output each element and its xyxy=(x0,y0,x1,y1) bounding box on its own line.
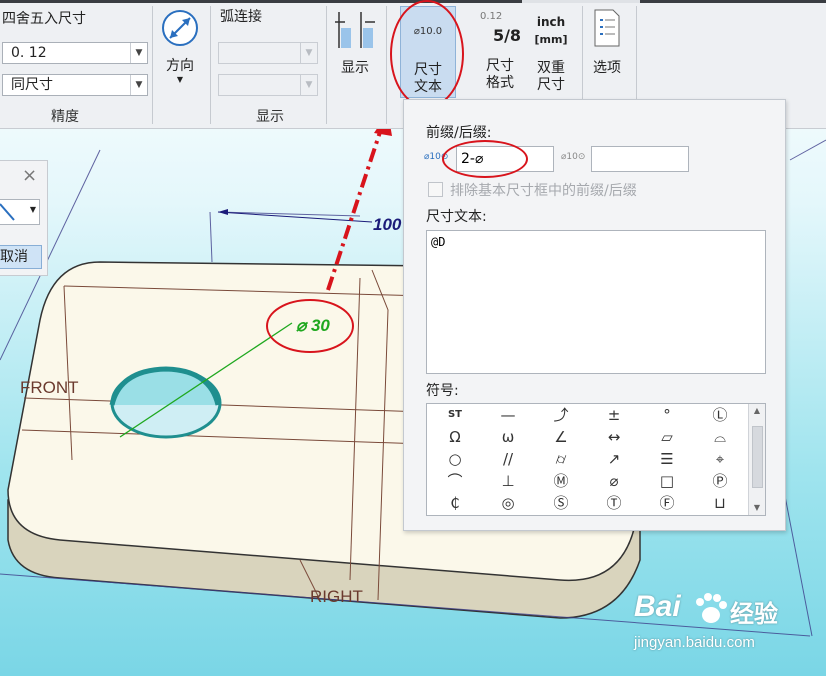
display-label: 显示 xyxy=(341,60,369,76)
dual-dimension-label-2: 尺寸 xyxy=(537,77,565,93)
watermark-site: jingyan.baidu.com xyxy=(634,634,755,651)
chevron-down-icon: ▼ xyxy=(300,75,317,95)
tolerance-value: 同尺寸 xyxy=(11,77,53,93)
suffix-input[interactable] xyxy=(591,146,689,172)
symbol-button[interactable]: — xyxy=(482,404,534,426)
symbol-button[interactable]: Ⓕ xyxy=(641,492,693,514)
chevron-down-icon: ▼ xyxy=(29,205,36,214)
scroll-down-icon[interactable]: ▼ xyxy=(749,501,765,515)
direction-label: 方向 xyxy=(166,58,194,74)
chevron-down-icon: ▼ xyxy=(130,43,147,63)
decimal-places-value: 0. 12 xyxy=(11,45,47,61)
watermark-brand-cn: 经验 xyxy=(730,601,778,628)
scroll-up-icon[interactable]: ▲ xyxy=(749,404,765,418)
dimension-text-highlight xyxy=(390,0,464,108)
symbol-button[interactable]: ⌖ xyxy=(694,448,746,470)
arc-connection-label: 弧连接 xyxy=(220,9,262,25)
symbol-button[interactable]: ○ xyxy=(429,448,481,470)
dimension-hole-diameter[interactable]: ⌀ 30 xyxy=(296,316,330,336)
dimension-100[interactable]: 100 xyxy=(373,215,401,235)
dimension-format-label-1: 尺寸 xyxy=(486,58,514,74)
line-icon xyxy=(0,203,15,221)
symbol-palette: ST — ⤴ ± ° Ⓛ Ωω ∠ ↔ ▱ ⌓ ○//⌭ ↗ ☰ ⌖ ⌒ ⊥ Ⓜ ⌀ □ Ⓟ ₵ ◎ Ⓢ Ⓣ Ⓕ ⊔ ▲ ▼ xyxy=(426,403,766,516)
symbol-button[interactable]: ◎ xyxy=(482,492,534,514)
rounding-label[interactable]: 四舍五入尺寸 xyxy=(2,8,86,28)
paw-icon xyxy=(696,593,727,623)
symbol-button[interactable]: ST xyxy=(429,404,481,426)
chevron-down-icon: ▼ xyxy=(300,43,317,63)
chevron-down-icon: ▼ xyxy=(130,75,147,95)
symbol-button[interactable]: Ⓢ xyxy=(535,492,587,514)
scrollbar-thumb[interactable] xyxy=(752,426,763,488)
precision-group-title: 精度 xyxy=(51,109,79,125)
dual-dimension-button[interactable]: inch [mm] 双重 尺寸 xyxy=(526,8,576,94)
right-datum-label: RIGHT xyxy=(310,587,363,606)
options-button[interactable]: 选项 xyxy=(584,8,630,77)
tolerance-select[interactable]: 同尺寸 ▼ xyxy=(2,74,148,96)
symbol-button[interactable]: Ⓜ xyxy=(535,470,587,492)
symbols-label: 符号: xyxy=(426,383,459,399)
symbol-button[interactable]: ⌒ xyxy=(429,470,481,492)
dimension-text-label: 尺寸文本: xyxy=(426,209,487,225)
symbol-button[interactable]: ⤴ xyxy=(535,404,587,426)
dimension-format-label-2: 格式 xyxy=(486,75,514,91)
direction-button[interactable]: 方向 ▼ xyxy=(156,8,204,85)
symbol-button[interactable]: ⊥ xyxy=(482,470,534,492)
dimension-format-icon-frac: 5/8 xyxy=(492,26,522,45)
direction-icon xyxy=(162,10,198,46)
small-dialog: × ▼ 取消 xyxy=(0,160,48,276)
exclude-prefix-label: 排除基本尺寸框中的前缀/后缀 xyxy=(450,183,637,199)
symbol-button[interactable]: ⊔ xyxy=(694,492,746,514)
symbol-button[interactable]: ₵ xyxy=(429,492,481,514)
symbol-button[interactable]: ± xyxy=(588,404,640,426)
options-label: 选项 xyxy=(593,60,621,76)
symbol-button[interactable]: ▱ xyxy=(641,426,693,448)
dual-dimension-icon-bottom: [mm] xyxy=(534,33,568,46)
dimension-format-button[interactable]: 0.12 5/8 尺寸 格式 xyxy=(474,8,526,92)
symbol-scrollbar[interactable]: ▲ ▼ xyxy=(748,404,765,515)
watermark-brand: Bai xyxy=(634,590,681,623)
dual-dimension-label-1: 双重 xyxy=(537,60,565,76)
arc-select-2[interactable]: ▼ xyxy=(218,74,318,96)
symbol-button[interactable]: ☰ xyxy=(641,448,693,470)
prefix-suffix-label: 前缀/后缀: xyxy=(426,125,492,141)
symbol-button[interactable]: ⌀ xyxy=(588,470,640,492)
display-group-title: 显示 xyxy=(256,109,284,125)
watermark: Bai 经验 jingyan.baidu.com xyxy=(634,588,822,662)
display-button[interactable]: 显示 xyxy=(330,8,380,77)
cancel-button[interactable]: 取消 xyxy=(0,245,42,269)
dual-dimension-icon-top: inch xyxy=(536,15,566,29)
line-style-select[interactable]: ▼ xyxy=(0,199,40,225)
suffix-icon: ⌀10⊙ xyxy=(561,152,586,162)
close-icon[interactable]: × xyxy=(22,165,37,186)
dimension-text-panel: 前缀/后缀: ⌀10⊙ ⌀10⊙ 排除基本尺寸框中的前缀/后缀 尺寸文本: @D… xyxy=(403,99,786,531)
symbol-button[interactable]: □ xyxy=(641,470,693,492)
symbol-button[interactable]: Ω xyxy=(429,426,481,448)
symbol-button[interactable]: Ⓟ xyxy=(694,470,746,492)
dimension-text-area[interactable]: @D xyxy=(426,230,766,374)
dimension-format-icon-top: 0.12 xyxy=(480,11,503,22)
symbol-button[interactable]: ° xyxy=(641,404,693,426)
display-icon xyxy=(335,12,375,48)
prefix-highlight xyxy=(442,140,528,178)
symbol-button[interactable]: ⌓ xyxy=(694,426,746,448)
arc-select-1[interactable]: ▼ xyxy=(218,42,318,64)
front-datum-label: FRONT xyxy=(20,378,79,397)
chevron-down-icon: ▼ xyxy=(176,75,184,84)
exclude-prefix-checkbox[interactable] xyxy=(428,182,443,197)
symbol-button[interactable]: Ⓛ xyxy=(694,404,746,426)
symbol-button[interactable]: ↔ xyxy=(588,426,640,448)
symbol-button[interactable]: // xyxy=(482,448,534,470)
symbol-button[interactable]: Ⓣ xyxy=(588,492,640,514)
symbol-button[interactable]: ⌭ xyxy=(535,448,587,470)
options-icon xyxy=(594,9,620,47)
symbol-button[interactable]: ↗ xyxy=(588,448,640,470)
decimal-places-select[interactable]: 0. 12 ▼ xyxy=(2,42,148,64)
symbol-button[interactable]: ω xyxy=(482,426,534,448)
symbol-button[interactable]: ∠ xyxy=(535,426,587,448)
